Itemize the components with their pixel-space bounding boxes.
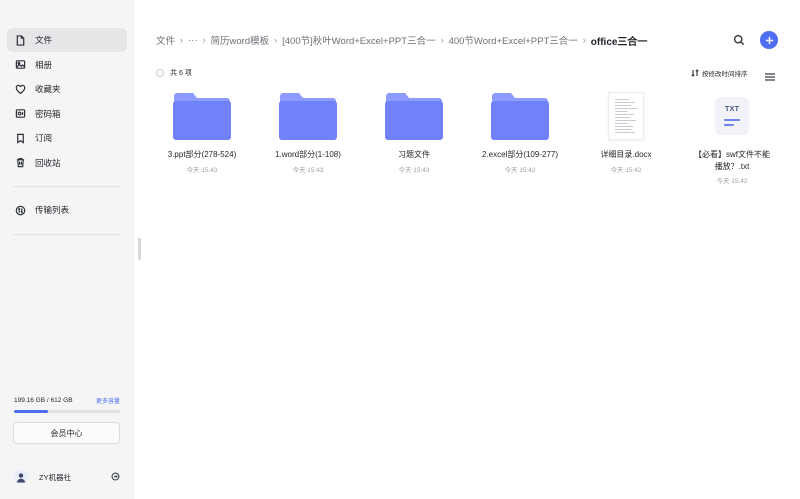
file-icon xyxy=(14,34,26,46)
chevron-right-icon: › xyxy=(180,35,184,45)
storage-info: 199.16 GB / 612 GB 更多容量 xyxy=(14,396,120,413)
file-name: 详细目录.docx xyxy=(600,150,652,159)
breadcrumb: 文件 › ··· › 简历word模板 › [400节]秋叶Word+Excel… xyxy=(156,32,647,48)
file-item[interactable]: 习题文件 今天 15:43 xyxy=(361,88,467,185)
file-date: 今天 15:42 xyxy=(716,178,748,185)
vip-center-button[interactable]: 会员中心 xyxy=(13,422,120,444)
file-item[interactable]: 3.ppt部分(278-524) 今天 15:43 xyxy=(149,88,255,185)
sidebar-divider xyxy=(13,186,121,187)
chevron-right-icon: › xyxy=(582,35,586,45)
file-date: 今天 15:43 xyxy=(292,166,324,174)
sort-button[interactable]: 按修改时间排序 xyxy=(691,68,748,78)
heart-icon xyxy=(14,83,26,95)
sidebar-item-favorites[interactable]: 收藏夹 xyxy=(7,77,127,101)
sort-label: 按修改时间排序 xyxy=(702,71,748,78)
avatar[interactable] xyxy=(14,470,28,484)
file-item[interactable]: 1.word部分(1-108) 今天 15:43 xyxy=(255,88,361,185)
sort-icon xyxy=(691,69,699,77)
safe-icon xyxy=(14,108,26,120)
breadcrumb-item[interactable]: 文件 xyxy=(156,33,175,47)
document-icon xyxy=(608,92,644,140)
docx-thumbnail xyxy=(596,88,656,144)
sidebar-item-label: 订阅 xyxy=(35,133,53,143)
item-count: 共 6 项 xyxy=(170,70,192,77)
more-storage-link[interactable]: 更多容量 xyxy=(96,396,120,405)
sidebar-item-label: 相册 xyxy=(35,59,53,70)
trash-icon xyxy=(14,157,26,169)
sidebar-item-trash[interactable]: 回收站 xyxy=(7,151,127,175)
folder-icon xyxy=(172,88,232,144)
folder-icon xyxy=(490,88,550,144)
user-profile[interactable]: ZY机器社 xyxy=(14,470,120,484)
storage-bar-fill xyxy=(14,410,49,413)
folder-icon xyxy=(278,88,338,144)
file-date: 今天 15:43 xyxy=(186,166,218,174)
file-date: 今天 15:43 xyxy=(398,166,430,174)
select-all: 共 6 项 xyxy=(156,68,192,78)
breadcrumb-item[interactable]: ··· xyxy=(188,35,198,46)
file-item[interactable]: 详细目录.docx 今天 15:42 xyxy=(573,88,679,185)
sidebar-transfer: 传输列表 xyxy=(7,198,127,223)
breadcrumb-item[interactable]: 400节Word+Excel+PPT三合一 xyxy=(449,33,578,47)
breadcrumb-item[interactable]: [400节]秋叶Word+Excel+PPT三合一 xyxy=(282,33,435,47)
list-view-icon xyxy=(765,73,775,81)
file-grid: 3.ppt部分(278-524) 今天 15:43 1.word部分(1-108… xyxy=(149,88,785,185)
file-name: 2.excel部分(109-277) xyxy=(481,150,559,159)
search-icon xyxy=(733,34,745,46)
sidebar-item-label: 文件 xyxy=(35,35,53,45)
file-name: 习题文件 xyxy=(398,150,430,159)
txt-thumbnail: TXT xyxy=(702,88,762,144)
sidebar-item-files[interactable]: 文件 xyxy=(7,28,127,52)
file-date: 今天 15:42 xyxy=(504,166,536,174)
sidebar-item-label: 传输列表 xyxy=(35,205,70,215)
chevron-right-icon: › xyxy=(440,35,444,45)
bookmark-icon xyxy=(14,132,26,144)
sidebar: 文件 相册 收藏夹 密码箱 订阅 回收站 传输列表 199.16 GB / 61… xyxy=(0,0,134,499)
sidebar-item-label: 密码箱 xyxy=(35,108,61,119)
file-item[interactable]: TXT 【必看】swf文件不能播放？.txt 今天 15:42 xyxy=(679,88,785,185)
chevron-right-icon: › xyxy=(274,35,278,45)
sidebar-resize-handle[interactable] xyxy=(138,238,141,260)
sidebar-item-label: 回收站 xyxy=(35,157,61,168)
sidebar-item-photos[interactable]: 相册 xyxy=(7,53,127,77)
txt-file-icon: TXT xyxy=(715,97,749,135)
user-name: ZY机器社 xyxy=(39,472,72,482)
sidebar-item-safe[interactable]: 密码箱 xyxy=(7,102,127,126)
search-button[interactable] xyxy=(733,33,747,47)
view-toggle-button[interactable] xyxy=(765,68,775,81)
sidebar-item-label: 收藏夹 xyxy=(35,84,61,94)
add-button[interactable] xyxy=(760,31,778,49)
file-name: 1.word部分(1-108) xyxy=(275,150,341,159)
plus-icon xyxy=(765,36,773,44)
storage-bar xyxy=(14,410,120,413)
file-name: 【必看】swf文件不能播放？.txt xyxy=(694,150,770,171)
logout-icon[interactable] xyxy=(111,471,120,483)
select-all-checkbox[interactable] xyxy=(156,69,164,77)
storage-text: 199.16 GB / 612 GB xyxy=(14,397,73,404)
file-name: 3.ppt部分(278-524) xyxy=(167,150,237,159)
sidebar-item-subscriptions[interactable]: 订阅 xyxy=(7,126,127,150)
file-date: 今天 15:42 xyxy=(610,166,642,174)
sidebar-divider xyxy=(13,234,121,235)
image-icon xyxy=(14,59,26,71)
chevron-right-icon: › xyxy=(202,35,206,45)
breadcrumb-item[interactable]: 简历word模板 xyxy=(211,33,270,47)
transfer-icon xyxy=(14,204,26,216)
file-item[interactable]: 2.excel部分(109-277) 今天 15:42 xyxy=(467,88,573,185)
txt-badge: TXT xyxy=(724,104,740,113)
sidebar-item-transfer-list[interactable]: 传输列表 xyxy=(7,198,127,222)
folder-icon xyxy=(384,88,444,144)
sidebar-nav: 文件 相册 收藏夹 密码箱 订阅 回收站 xyxy=(7,28,127,175)
breadcrumb-current: office三合一 xyxy=(590,36,648,48)
